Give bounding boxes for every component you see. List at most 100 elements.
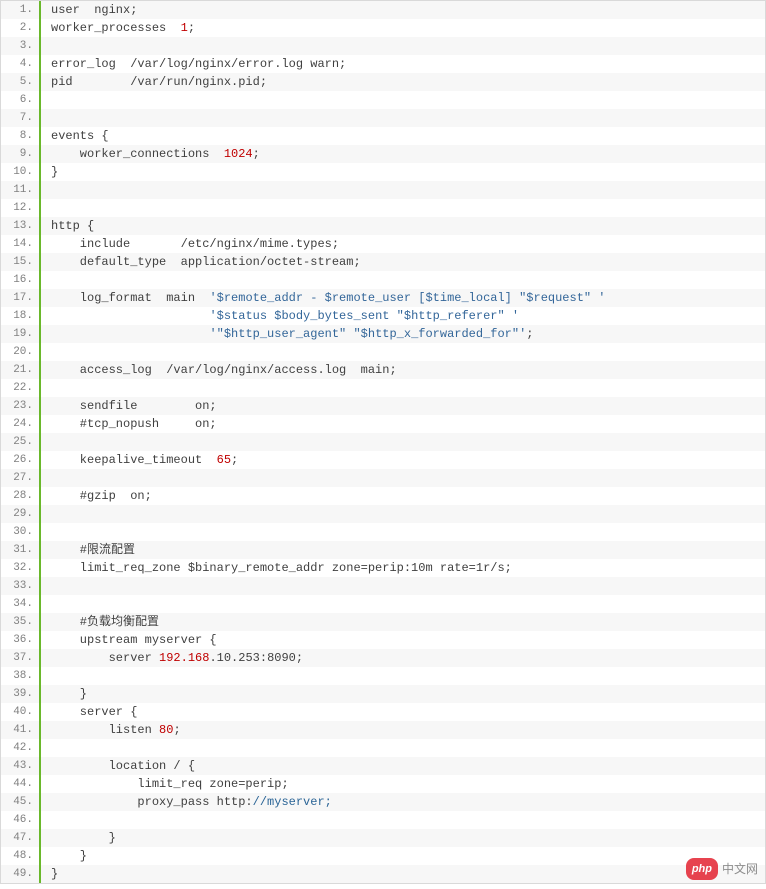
code-line[interactable]: #限流配置: [41, 541, 765, 559]
code-token: access_log /var/log/nginx/access.log mai…: [51, 363, 397, 377]
code-line[interactable]: #负载均衡配置: [41, 613, 765, 631]
line-number: 46.: [1, 811, 41, 829]
code-row: 1.user nginx;: [1, 1, 765, 19]
code-row: 42.: [1, 739, 765, 757]
line-number: 32.: [1, 559, 41, 577]
code-line[interactable]: limit_req zone=perip;: [41, 775, 765, 793]
code-line[interactable]: }: [41, 163, 765, 181]
code-token: #负载均衡配置: [51, 615, 159, 629]
code-line[interactable]: log_format main '$remote_addr - $remote_…: [41, 289, 765, 307]
code-row: 6.: [1, 91, 765, 109]
code-line[interactable]: [41, 505, 765, 523]
line-number: 31.: [1, 541, 41, 559]
code-line[interactable]: [41, 271, 765, 289]
code-line[interactable]: [41, 433, 765, 451]
code-token: '$status $body_bytes_sent "$http_referer…: [209, 309, 519, 323]
code-token: .10.253:8090: [209, 651, 295, 665]
code-line[interactable]: #gzip on;: [41, 487, 765, 505]
code-token: 65: [217, 453, 231, 467]
code-line[interactable]: proxy_pass http://myserver;: [41, 793, 765, 811]
code-line[interactable]: worker_connections 1024;: [41, 145, 765, 163]
code-line[interactable]: '$status $body_bytes_sent "$http_referer…: [41, 307, 765, 325]
code-line[interactable]: include /etc/nginx/mime.types;: [41, 235, 765, 253]
line-number: 17.: [1, 289, 41, 307]
code-row: 29.: [1, 505, 765, 523]
code-token: events {: [51, 129, 109, 143]
code-line[interactable]: http {: [41, 217, 765, 235]
code-line[interactable]: [41, 523, 765, 541]
code-row: 22.: [1, 379, 765, 397]
code-line[interactable]: [41, 199, 765, 217]
code-line[interactable]: [41, 811, 765, 829]
code-row: 27.: [1, 469, 765, 487]
line-number: 18.: [1, 307, 41, 325]
code-line[interactable]: }: [41, 847, 765, 865]
code-row: 36. upstream myserver {: [1, 631, 765, 649]
line-number: 15.: [1, 253, 41, 271]
code-line[interactable]: [41, 181, 765, 199]
code-token: ;: [526, 327, 533, 341]
code-row: 8.events {: [1, 127, 765, 145]
code-token: ;: [231, 453, 238, 467]
code-line[interactable]: user nginx;: [41, 1, 765, 19]
line-number: 35.: [1, 613, 41, 631]
code-line[interactable]: server 192.168.10.253:8090;: [41, 649, 765, 667]
code-line[interactable]: worker_processes 1;: [41, 19, 765, 37]
code-row: 16.: [1, 271, 765, 289]
line-number: 48.: [1, 847, 41, 865]
line-number: 10.: [1, 163, 41, 181]
code-line[interactable]: [41, 577, 765, 595]
code-line[interactable]: events {: [41, 127, 765, 145]
line-number: 38.: [1, 667, 41, 685]
code-row: 21. access_log /var/log/nginx/access.log…: [1, 361, 765, 379]
code-line[interactable]: }: [41, 829, 765, 847]
code-line[interactable]: access_log /var/log/nginx/access.log mai…: [41, 361, 765, 379]
code-line[interactable]: error_log /var/log/nginx/error.log warn;: [41, 55, 765, 73]
code-line[interactable]: keepalive_timeout 65;: [41, 451, 765, 469]
code-line[interactable]: upstream myserver {: [41, 631, 765, 649]
line-number: 14.: [1, 235, 41, 253]
code-line[interactable]: [41, 37, 765, 55]
line-number: 43.: [1, 757, 41, 775]
code-line[interactable]: listen 80;: [41, 721, 765, 739]
code-token: #gzip on;: [51, 489, 152, 503]
line-number: 9.: [1, 145, 41, 163]
line-number: 4.: [1, 55, 41, 73]
code-line[interactable]: pid /var/run/nginx.pid;: [41, 73, 765, 91]
line-number: 13.: [1, 217, 41, 235]
code-row: 44. limit_req zone=perip;: [1, 775, 765, 793]
code-line[interactable]: }: [41, 685, 765, 703]
line-number: 3.: [1, 37, 41, 55]
code-line[interactable]: [41, 595, 765, 613]
code-row: 28. #gzip on;: [1, 487, 765, 505]
line-number: 24.: [1, 415, 41, 433]
code-row: 10.}: [1, 163, 765, 181]
code-token: #限流配置: [51, 543, 135, 557]
line-number: 19.: [1, 325, 41, 343]
code-line[interactable]: location / {: [41, 757, 765, 775]
code-line[interactable]: [41, 109, 765, 127]
line-number: 22.: [1, 379, 41, 397]
code-row: 40. server {: [1, 703, 765, 721]
code-line[interactable]: server {: [41, 703, 765, 721]
code-line[interactable]: #tcp_nopush on;: [41, 415, 765, 433]
code-line[interactable]: [41, 379, 765, 397]
code-line[interactable]: '"$http_user_agent" "$http_x_forwarded_f…: [41, 325, 765, 343]
code-line[interactable]: [41, 469, 765, 487]
code-row: 39. }: [1, 685, 765, 703]
code-line[interactable]: [41, 91, 765, 109]
code-line[interactable]: limit_req_zone $binary_remote_addr zone=…: [41, 559, 765, 577]
line-number: 12.: [1, 199, 41, 217]
code-row: 15. default_type application/octet-strea…: [1, 253, 765, 271]
line-number: 7.: [1, 109, 41, 127]
code-token: keepalive_timeout: [51, 453, 217, 467]
code-row: 43. location / {: [1, 757, 765, 775]
code-token: }: [51, 867, 58, 881]
code-line[interactable]: [41, 343, 765, 361]
code-line[interactable]: [41, 739, 765, 757]
code-token: server {: [51, 705, 137, 719]
code-line[interactable]: sendfile on;: [41, 397, 765, 415]
code-line[interactable]: default_type application/octet-stream;: [41, 253, 765, 271]
code-line[interactable]: [41, 667, 765, 685]
code-line[interactable]: }: [41, 865, 765, 883]
